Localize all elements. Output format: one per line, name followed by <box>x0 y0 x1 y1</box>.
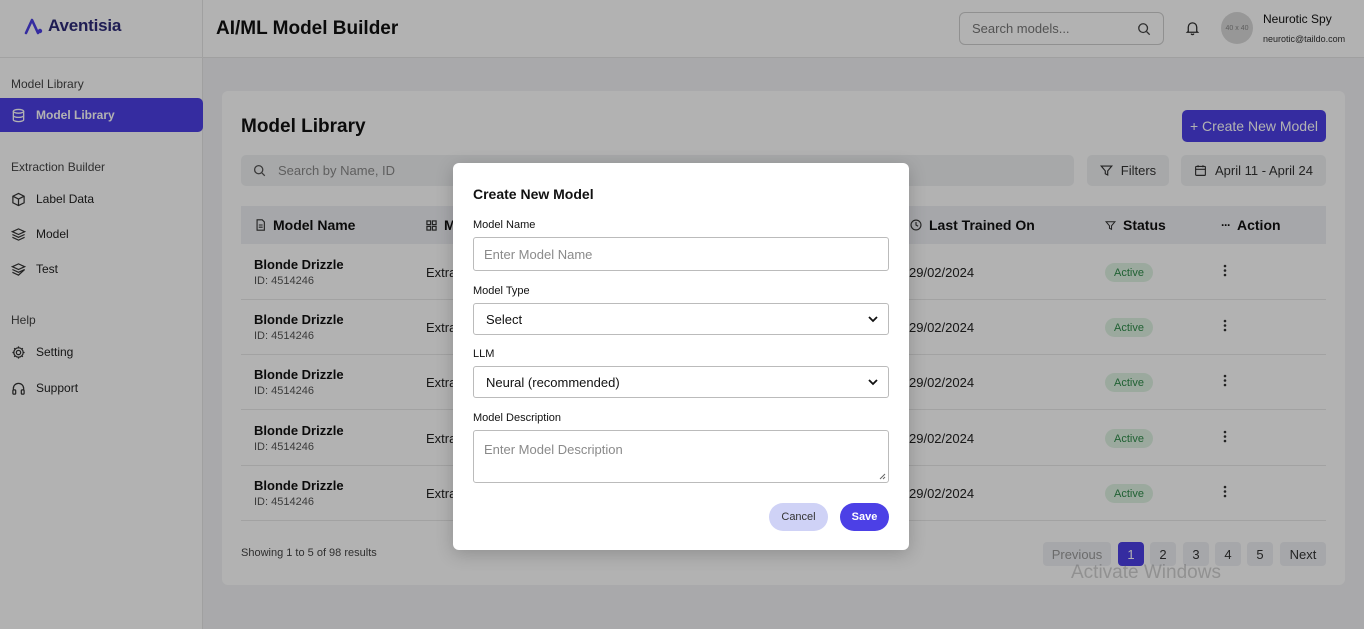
cancel-button[interactable]: Cancel <box>769 503 828 531</box>
dialog-title: Create New Model <box>473 186 594 202</box>
model-type-value: Select <box>486 311 523 327</box>
description-placeholder: Enter Model Description <box>484 442 623 457</box>
description-label: Model Description <box>473 412 562 424</box>
model-name-placeholder: Enter Model Name <box>484 246 593 262</box>
save-button[interactable]: Save <box>840 503 889 531</box>
chevron-down-icon <box>868 315 878 322</box>
model-name-input[interactable]: Enter Model Name <box>473 237 889 271</box>
resize-handle-icon[interactable] <box>878 472 886 480</box>
description-textarea[interactable]: Enter Model Description <box>473 430 889 483</box>
model-name-label: Model Name <box>473 219 536 231</box>
model-type-select[interactable]: Select <box>473 303 889 335</box>
llm-select[interactable]: Neural (recommended) <box>473 366 889 398</box>
chevron-down-icon <box>868 378 878 385</box>
llm-value: Neural (recommended) <box>486 374 620 390</box>
model-type-label: Model Type <box>473 285 530 297</box>
create-model-dialog: Create New Model Model Name Enter Model … <box>453 163 909 550</box>
llm-label: LLM <box>473 348 495 360</box>
